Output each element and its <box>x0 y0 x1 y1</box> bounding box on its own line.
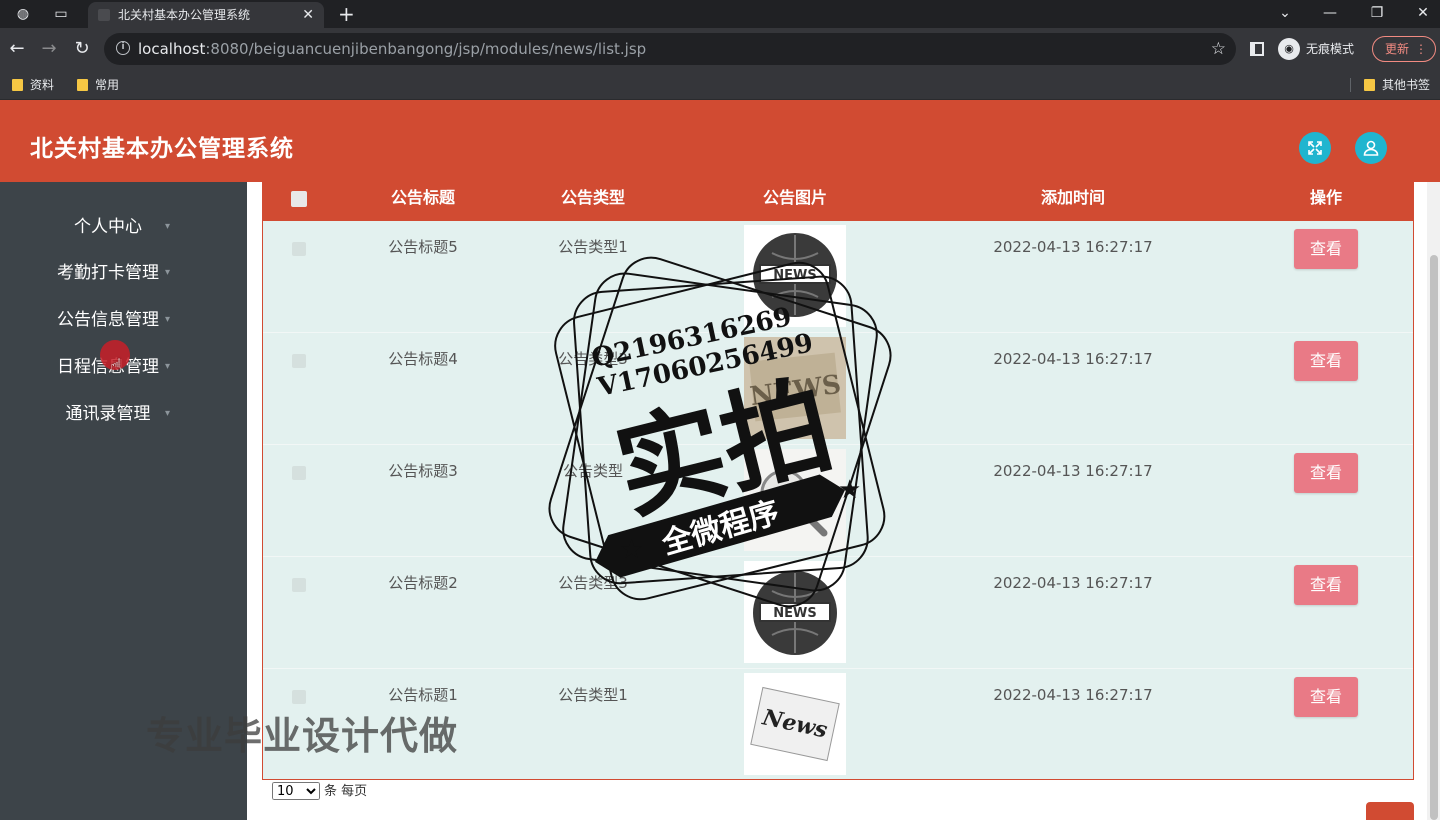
pagination: 10 条 每页 <box>272 782 367 802</box>
row-checkbox[interactable] <box>292 242 306 256</box>
row-checkbox[interactable] <box>292 578 306 592</box>
window-icon[interactable]: ▭ <box>52 5 70 23</box>
tab-search-chevron-icon[interactable]: ⌄ <box>1267 0 1303 28</box>
reload-icon[interactable]: ↻ <box>71 38 93 60</box>
cell-title: 公告标题5 <box>388 238 458 256</box>
other-bookmarks-label: 其他书签 <box>1382 78 1431 92</box>
browser-tab[interactable]: 北关村基本办公管理系统 ✕ <box>88 2 324 28</box>
site-info-icon[interactable]: i <box>116 41 130 55</box>
caret-icon: ▾ <box>164 267 170 278</box>
bookmark-label: 资料 <box>30 78 55 92</box>
page-size-suffix: 条 每页 <box>324 784 368 799</box>
forward-icon[interactable]: → <box>38 38 60 60</box>
update-label: 更新 <box>1385 42 1410 56</box>
column-header-time: 添加时间 <box>1040 188 1105 207</box>
tab-favicon-icon <box>98 9 110 21</box>
caret-icon: ▾ <box>164 408 170 419</box>
url-text[interactable]: localhost:8080/beiguancuenjibenbangong/j… <box>138 33 646 65</box>
folder-icon <box>12 79 23 91</box>
back-icon[interactable]: ← <box>6 38 28 60</box>
bookmark-star-icon[interactable]: ☆ <box>1211 33 1226 65</box>
address-bar[interactable]: i localhost:8080/beiguancuenjibenbangong… <box>104 33 1236 65</box>
sidebar-item-label: 个人中心 <box>74 217 142 237</box>
column-header-image: 公告图片 <box>762 188 827 207</box>
star-icon: ★ <box>620 535 643 565</box>
expand-icon <box>1308 141 1322 155</box>
incognito-indicator[interactable]: ◉ 无痕模式 <box>1278 37 1354 61</box>
minimize-icon[interactable]: — <box>1312 0 1348 28</box>
cell-time: 2022-04-13 16:27:17 <box>993 462 1153 480</box>
url-host: localhost <box>138 40 206 58</box>
user-button[interactable] <box>1355 132 1387 164</box>
sidebar-item-label: 考勤打卡管理 <box>57 263 159 283</box>
page-size-select[interactable]: 10 <box>272 782 320 800</box>
view-button[interactable]: 查看 <box>1294 565 1358 605</box>
row-checkbox[interactable] <box>292 354 306 368</box>
bookmarks-bar: 资料 常用 其他书签 <box>0 70 1440 100</box>
cell-time: 2022-04-13 16:27:17 <box>993 350 1153 368</box>
select-all-checkbox[interactable] <box>291 191 307 207</box>
watermark-stamp: Q2196316269 V17060256499 实拍 全微程序 ★ ★ <box>548 256 892 608</box>
folder-icon <box>1364 79 1375 91</box>
view-button[interactable]: 查看 <box>1294 677 1358 717</box>
column-header-action: 操作 <box>1309 188 1342 207</box>
sidebar-item-contacts[interactable]: 通讯录管理 ▾ <box>0 402 216 426</box>
app-header: 北关村基本办公管理系统 <box>0 100 1440 182</box>
update-button[interactable]: 更新 ⋮ <box>1372 36 1436 62</box>
caret-icon: ▾ <box>164 221 170 232</box>
menu-dots-icon: ⋮ <box>1415 42 1427 56</box>
bookmark-folder-changyong[interactable]: 常用 <box>75 70 119 100</box>
cell-time: 2022-04-13 16:27:17 <box>993 238 1153 256</box>
star-icon: ★ <box>838 475 861 505</box>
window-close-icon[interactable]: ✕ <box>1405 0 1440 28</box>
globe-icon[interactable]: ◍ <box>14 5 32 23</box>
back-to-top-button[interactable] <box>1366 802 1414 820</box>
news-image[interactable]: News <box>744 673 846 775</box>
cell-title: 公告标题3 <box>388 462 458 480</box>
watermark-bottom-text: 专业毕业设计代做 <box>146 714 459 758</box>
sidebar-item-notice[interactable]: 公告信息管理 ▾ <box>0 308 216 332</box>
bookmark-folder-ziliao[interactable]: 资料 <box>10 70 54 100</box>
other-bookmarks[interactable]: 其他书签 <box>1362 70 1430 100</box>
browser-toolbar: ← → ↻ i localhost:8080/beiguancuenjibenb… <box>0 28 1440 70</box>
row-checkbox[interactable] <box>292 466 306 480</box>
caret-icon: ▾ <box>164 361 170 372</box>
view-button[interactable]: 查看 <box>1294 453 1358 493</box>
incognito-label: 无痕模式 <box>1306 42 1355 56</box>
sidebar-item-personal-center[interactable]: 个人中心 ▾ <box>0 215 216 239</box>
column-header-title: 公告标题 <box>390 188 455 207</box>
scrollbar-thumb[interactable] <box>1430 255 1438 820</box>
tab-title: 北关村基本办公管理系统 <box>118 8 251 22</box>
row-checkbox[interactable] <box>292 690 306 704</box>
bookmark-label: 常用 <box>95 78 120 92</box>
user-icon <box>1363 140 1379 156</box>
caret-icon: ▾ <box>164 314 170 325</box>
bookmark-divider <box>1350 78 1351 92</box>
incognito-icon: ◉ <box>1278 38 1300 60</box>
cell-type: 公告类型1 <box>558 686 628 704</box>
view-button[interactable]: 查看 <box>1294 229 1358 269</box>
sidebar-item-attendance[interactable]: 考勤打卡管理 ▾ <box>0 261 216 285</box>
column-header-type: 公告类型 <box>560 188 625 207</box>
folder-icon <box>77 79 88 91</box>
sidebar-item-label: 通讯录管理 <box>65 404 151 424</box>
url-path: :8080/beiguancuenjibenbangong/jsp/module… <box>205 40 647 58</box>
table-header: 公告标题 公告类型 公告图片 添加时间 操作 <box>263 183 1413 221</box>
cell-time: 2022-04-13 16:27:17 <box>993 686 1153 704</box>
sidebar-item-label: 公告信息管理 <box>57 310 159 330</box>
restore-icon[interactable]: ❐ <box>1359 0 1395 28</box>
fullscreen-button[interactable] <box>1299 132 1331 164</box>
cell-title: 公告标题2 <box>388 574 458 592</box>
side-panel-icon[interactable] <box>1250 42 1264 56</box>
cell-title: 公告标题1 <box>388 686 458 704</box>
mouse-pointer-icon: ☝ <box>110 354 123 378</box>
view-button[interactable]: 查看 <box>1294 341 1358 381</box>
tab-close-icon[interactable]: ✕ <box>302 2 314 28</box>
cell-title: 公告标题4 <box>388 350 458 368</box>
new-tab-icon[interactable]: + <box>338 1 355 27</box>
browser-tab-strip: ◍ ▭ 北关村基本办公管理系统 ✕ + ⌄ — ❐ ✕ <box>0 0 1440 28</box>
cell-time: 2022-04-13 16:27:17 <box>993 574 1153 592</box>
